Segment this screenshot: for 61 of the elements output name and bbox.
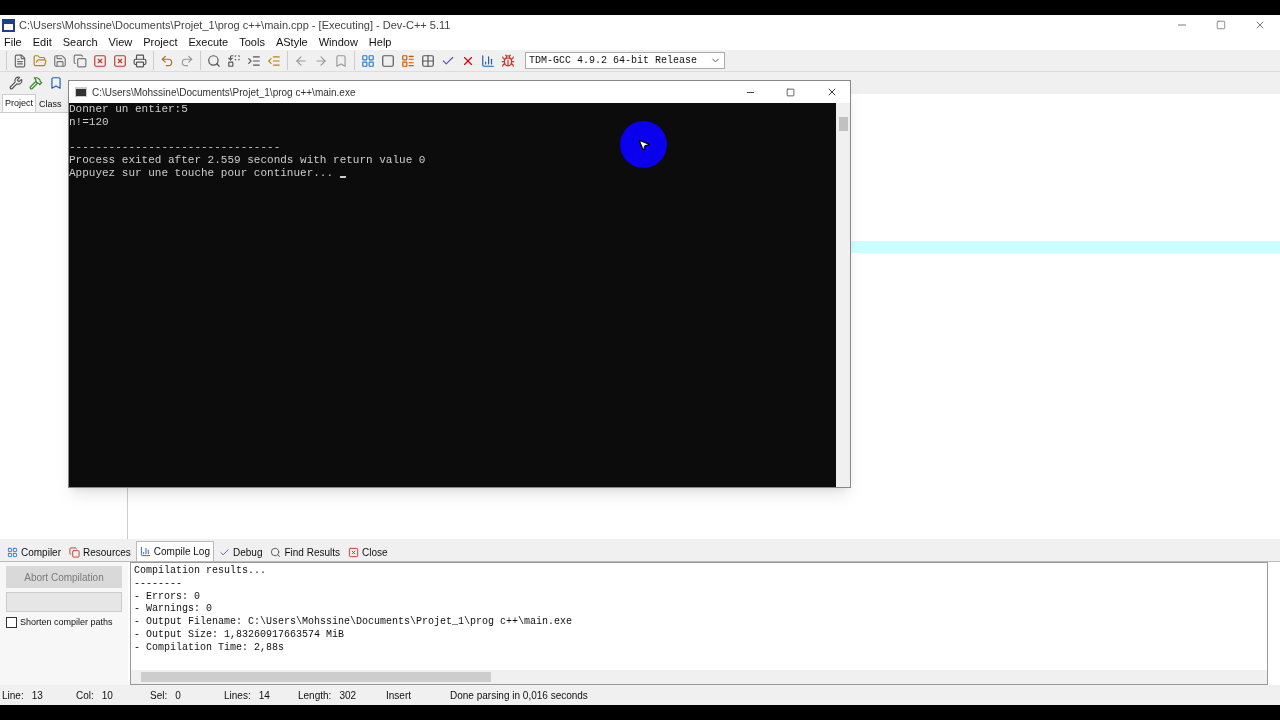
status-label: Length:	[298, 688, 332, 703]
console-title: C:\Users\Mohssine\Documents\Projet_1\prog c++\main.exe	[92, 85, 356, 100]
log-line: - Warnings: 0	[134, 603, 213, 616]
console-line: Process exited after 2.559 seconds with return value 0	[69, 154, 426, 167]
mouse-pointer-icon	[636, 137, 651, 152]
status-label: Line:	[2, 688, 24, 703]
menu-item[interactable]: Tools	[239, 34, 265, 51]
log-line: --------	[134, 577, 183, 591]
checkbox-label: Shorten compiler paths	[20, 616, 113, 629]
menu-item[interactable]: Edit	[32, 34, 52, 51]
menu-item[interactable]: Help	[368, 34, 392, 51]
horizontal-scrollbar[interactable]	[131, 670, 1267, 684]
panel-tab[interactable]: Compile Log	[135, 541, 214, 561]
menu-item[interactable]: File	[4, 34, 22, 51]
menu-item[interactable]: AStyle	[275, 34, 308, 51]
status-message: Done parsing in 0,016 seconds	[450, 688, 588, 703]
log-line: - Output Size: 1,83260917663574 MiB	[134, 629, 346, 642]
panel-tab[interactable]: Debug	[216, 543, 266, 561]
status-label: Sel:	[150, 688, 168, 703]
panel-tab[interactable]: Find Results	[267, 543, 344, 561]
menu-item[interactable]: View	[108, 34, 133, 51]
status-value: 10	[101, 688, 113, 703]
console-line: n!=120	[69, 115, 109, 129]
console-line: --------------------------------	[69, 141, 281, 155]
check-icon	[219, 546, 230, 558]
copy-icon	[69, 546, 80, 558]
status-value: 13	[31, 688, 43, 703]
vertical-scrollbar[interactable]	[836, 103, 850, 487]
console-icon	[75, 87, 87, 97]
maximize-icon[interactable]	[786, 87, 795, 97]
checkbox[interactable]	[6, 617, 17, 629]
menu-item[interactable]: Project	[143, 34, 178, 51]
window-title: C:\Users\Mohssine\Documents\Projet_1\prog c++\main.cpp - [Executing] - Dev-C++ 5.11	[19, 17, 451, 33]
find-icon	[270, 546, 282, 558]
maximize-icon[interactable]	[1216, 20, 1226, 30]
grid-icon	[7, 546, 18, 558]
panel-tab[interactable]: Project	[2, 94, 36, 112]
log-line: - Errors: 0	[134, 590, 201, 603]
console-line: Appuyez sur une touche pour continuer...	[69, 167, 335, 180]
menu-item[interactable]: Window	[318, 34, 358, 51]
status-value: 0	[175, 688, 181, 703]
panel-tab[interactable]: Compiler	[4, 543, 64, 561]
chart-icon	[139, 546, 151, 557]
panel-tab[interactable]: Class	[38, 97, 63, 112]
log-line: - Output Filename: C:\Users\Mohssine\Documents\Projet_1\prog c++\main.exe	[134, 616, 574, 629]
status-label: Lines:	[224, 688, 251, 703]
log-line: - Compilation Time: 2,88s	[134, 641, 286, 655]
panel-tab[interactable]: Resources	[66, 543, 134, 561]
close-icon	[348, 546, 360, 558]
status-label: Col:	[76, 688, 94, 703]
panel-tab[interactable]: Close	[345, 543, 391, 561]
compiler-select[interactable]: TDM-GCC 4.9.2 64-bit Release	[525, 52, 725, 69]
status-value: 302	[339, 688, 357, 703]
console-line: Donner un entier:5	[69, 103, 188, 116]
status-value: 14	[258, 688, 270, 703]
text-cursor	[339, 175, 346, 178]
close-icon[interactable]	[826, 86, 838, 98]
log-line: Compilation results...	[134, 565, 268, 578]
insert-mode: Insert	[386, 688, 412, 703]
menu-item[interactable]: Search	[62, 34, 98, 51]
menu-item[interactable]: Execute	[188, 34, 229, 51]
